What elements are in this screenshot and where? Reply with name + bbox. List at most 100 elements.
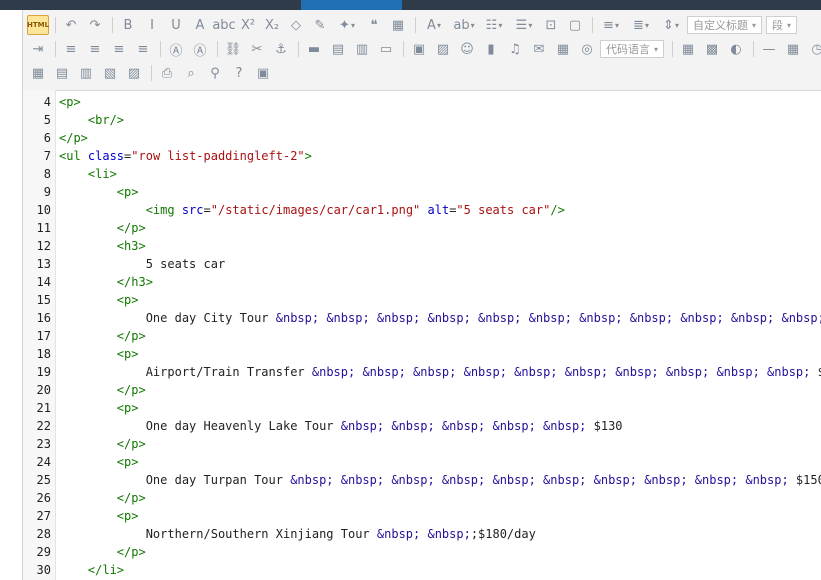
line-height-icon[interactable]: ⇕ [657, 15, 685, 35]
html-source-icon[interactable]: HTML [27, 15, 49, 35]
code-token: One day Heavenly Lake Tour [59, 419, 341, 433]
preview-icon[interactable]: ⌕ [180, 63, 202, 83]
anchor-icon[interactable]: ⚓ [270, 39, 292, 59]
paragraph-spacing-icon[interactable]: ≡ [597, 15, 625, 35]
line-number: 29 [36, 545, 51, 559]
background-icon[interactable]: ▩ [701, 39, 723, 59]
code-token: </p> [116, 383, 146, 397]
superscript-icon[interactable]: X² [237, 15, 259, 35]
code-token: </p> [116, 437, 146, 451]
align-right-icon[interactable]: ≡ [108, 39, 130, 59]
insert-row-icon[interactable]: ▤ [51, 63, 73, 83]
image-none-icon[interactable]: ▬ [303, 39, 325, 59]
source-code-area[interactable]: 4 <p> 5 <br/> 6 </p> 7 <ul class="row list-pad… [23, 93, 821, 579]
font-family-select[interactable]: 段 [766, 16, 798, 34]
toolbar-separator [55, 17, 56, 33]
strikethrough-icon[interactable]: abc [212, 15, 235, 35]
code-text: </p> [59, 381, 146, 399]
search-replace-icon[interactable]: ⚲ [204, 63, 226, 83]
insert-image-icon[interactable]: ▣ [408, 39, 430, 59]
attachment-icon[interactable]: ✉ [528, 39, 550, 59]
snapscreen-icon[interactable]: ◐ [725, 39, 747, 59]
video-icon[interactable]: ▮ [480, 39, 502, 59]
code-line: 7 <ul class="row list-paddingleft-2"> [23, 147, 821, 165]
line-number: 15 [36, 293, 51, 307]
indent-icon[interactable]: ⇥ [27, 39, 49, 59]
multi-image-icon[interactable]: ▨ [432, 39, 454, 59]
code-token: Northern/Southern Xinjiang Tour [59, 527, 377, 541]
code-line: 10 <img src="/static/images/car/car1.png… [23, 201, 821, 219]
code-line: 30 </li> [23, 561, 821, 579]
toolbar-separator [298, 41, 299, 57]
code-text: </p> [59, 489, 146, 507]
select-all-icon[interactable]: ▦ [387, 15, 409, 35]
clear-doc-icon[interactable]: ▢ [564, 15, 586, 35]
ltr-icon[interactable]: Ⓐ [165, 39, 187, 59]
insert-col-icon[interactable]: ▥ [75, 63, 97, 83]
image-left-icon[interactable]: ▤ [327, 39, 349, 59]
spacing-after-icon[interactable]: ≣ [627, 15, 655, 35]
code-language-select[interactable]: 代码语言 [600, 40, 665, 58]
redo-icon[interactable]: ↷ [84, 15, 106, 35]
code-line: 6 </p> [23, 129, 821, 147]
code-token: $2 [810, 365, 821, 379]
frame-icon[interactable]: ◎ [576, 39, 598, 59]
unordered-list-icon[interactable]: ☰ [510, 15, 538, 35]
emotion-icon[interactable]: ☺ [456, 39, 478, 59]
auto-format-icon[interactable]: ✦ [333, 15, 361, 35]
subscript-icon[interactable]: X₂ [261, 15, 283, 35]
window-top-bar [0, 0, 821, 10]
rtl-icon[interactable]: Ⓐ [189, 39, 211, 59]
code-token: </li> [87, 563, 125, 577]
code-line: 29 </p> [23, 543, 821, 561]
font-color-icon[interactable]: A [420, 15, 448, 35]
underline-icon[interactable]: U [165, 15, 187, 35]
align-left-icon[interactable]: ≡ [60, 39, 82, 59]
print-icon[interactable]: ⎙ [156, 63, 178, 83]
code-token: <ul [59, 149, 88, 163]
map-icon[interactable]: ▦ [552, 39, 574, 59]
highlight-icon[interactable]: ab [450, 15, 478, 35]
active-tab-indicator [301, 0, 402, 10]
line-number: 13 [36, 257, 51, 271]
code-token: <h3> [116, 239, 146, 253]
toolbar-row-1: HTML↶↷BIUAabcX²X₂◇✎✦❝▦Aab☷☰⊡▢≡≣⇕自定义标题段 [27, 14, 801, 36]
format-brush-icon[interactable]: ✎ [309, 15, 331, 35]
paragraph-format-select[interactable]: 自定义标题 [687, 16, 763, 34]
eraser-icon[interactable]: ◇ [285, 15, 307, 35]
code-token: alt [427, 203, 450, 217]
toolbar-separator [415, 17, 416, 33]
split-cells-icon[interactable]: ▨ [123, 63, 145, 83]
ordered-list-icon[interactable]: ☷ [480, 15, 508, 35]
music-icon[interactable]: ♫ [504, 39, 526, 59]
help-icon[interactable]: ? [228, 63, 250, 83]
horizontal-rule-icon[interactable]: — [758, 39, 780, 59]
code-text: </p> [59, 327, 146, 345]
align-center-icon[interactable]: ≡ [84, 39, 106, 59]
merge-cells-icon[interactable]: ▧ [99, 63, 121, 83]
code-token: "row list-paddingleft-2" [131, 149, 305, 163]
template-icon[interactable]: ▦ [677, 39, 699, 59]
code-token: class [87, 149, 125, 163]
quote-icon[interactable]: ❝ [363, 15, 385, 35]
unlink-icon[interactable]: ✂ [246, 39, 268, 59]
image-center-icon[interactable]: ▭ [375, 39, 397, 59]
code-line: 15 <p> [23, 291, 821, 309]
toolbar-separator [403, 41, 404, 57]
time-icon[interactable]: ◷ [806, 39, 821, 59]
date-icon[interactable]: ▦ [782, 39, 804, 59]
bold-icon[interactable]: B [117, 15, 139, 35]
insert-table-icon[interactable]: ▦ [27, 63, 49, 83]
image-right-icon[interactable]: ▥ [351, 39, 373, 59]
undo-icon[interactable]: ↶ [60, 15, 82, 35]
paste-text-icon[interactable]: ⊡ [540, 15, 562, 35]
line-number: 9 [43, 185, 51, 199]
drafts-icon[interactable]: ▣ [252, 63, 274, 83]
font-border-icon[interactable]: A [189, 15, 211, 35]
italic-icon[interactable]: I [141, 15, 163, 35]
align-justify-icon[interactable]: ≡ [132, 39, 154, 59]
link-icon[interactable]: ⛓ [222, 39, 244, 59]
